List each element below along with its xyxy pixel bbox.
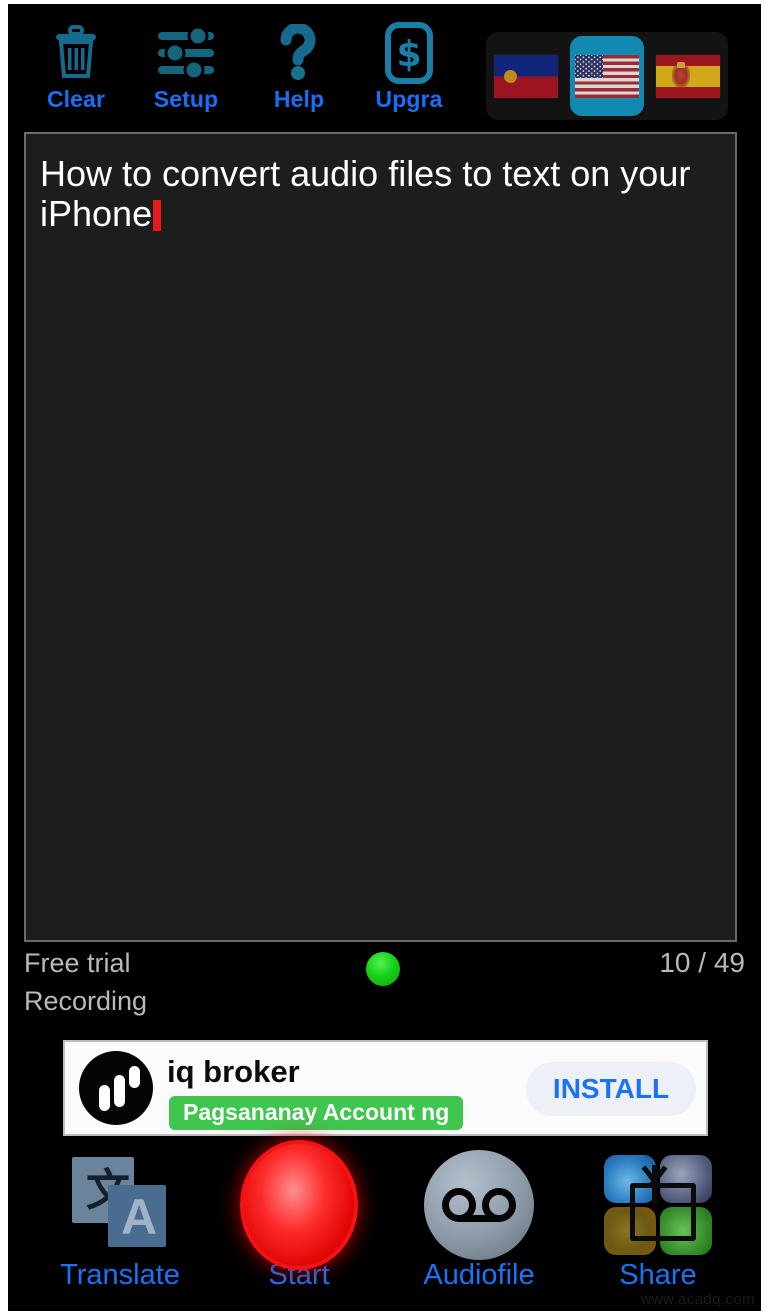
setup-button-label: Setup: [153, 86, 219, 112]
upgrade-button-label: Upgra: [375, 86, 443, 112]
status-line-free-trial: Free trial: [24, 948, 131, 978]
top-toolbar: Clear Setup Help $ Upgra: [8, 4, 761, 128]
ad-title: iq broker: [167, 1054, 300, 1089]
svg-text:$: $: [396, 34, 421, 75]
share-button[interactable]: Share: [568, 1153, 748, 1292]
dollar-sign-icon: $: [361, 22, 457, 84]
united-states-flag-icon: [575, 54, 639, 98]
status-text-block: Free trial Recording: [24, 944, 147, 1020]
trash-icon: [28, 22, 124, 84]
site-watermark: www.acadq.com: [640, 1291, 755, 1308]
usage-counter: 10 / 49: [659, 947, 745, 978]
ad-install-button[interactable]: INSTALL: [526, 1062, 696, 1116]
translate-button-label: Translate: [60, 1259, 180, 1291]
share-button-label: Share: [619, 1259, 697, 1291]
recording-indicator-icon: [366, 952, 400, 986]
question-mark-icon: [251, 22, 347, 84]
clear-button[interactable]: Clear: [28, 22, 124, 122]
help-button-label: Help: [273, 86, 325, 112]
bottom-toolbar: 文 A Translate Start: [8, 1140, 761, 1311]
setup-button[interactable]: Setup: [138, 22, 234, 122]
app-window: Clear Setup Help $ Upgra How to convert …: [8, 4, 761, 1311]
start-button[interactable]: Start: [209, 1140, 389, 1292]
flag-liechtenstein[interactable]: [489, 36, 563, 116]
ad-logo-icon: [79, 1051, 153, 1125]
transcription-text: How to convert audio files to text on yo…: [26, 134, 735, 234]
audiofile-button[interactable]: Audiofile: [389, 1150, 569, 1292]
spain-flag-icon: [656, 54, 720, 98]
translate-button[interactable]: 文 A Translate: [30, 1153, 210, 1292]
status-bar: Free trial Recording 10 / 49: [8, 944, 761, 1024]
record-button-icon: [209, 1140, 389, 1270]
audiofile-button-label: Audiofile: [423, 1259, 535, 1291]
flag-united-states[interactable]: [570, 36, 644, 116]
transcription-value: How to convert audio files to text on yo…: [40, 153, 701, 234]
share-icon: [568, 1153, 748, 1257]
sliders-icon: [138, 22, 234, 84]
cassette-tape-icon: [389, 1150, 569, 1260]
text-caret: [153, 200, 162, 231]
flag-spain[interactable]: [651, 36, 725, 116]
upgrade-button[interactable]: $ Upgra: [361, 22, 457, 122]
transcription-textarea[interactable]: How to convert audio files to text on yo…: [24, 132, 737, 942]
ad-subtitle: Pagsananay Account ng: [169, 1096, 464, 1130]
liechtenstein-flag-icon: [494, 54, 558, 98]
help-button[interactable]: Help: [251, 22, 347, 122]
language-flag-picker: [486, 32, 728, 120]
translate-icon: 文 A: [30, 1153, 210, 1257]
status-line-recording: Recording: [24, 986, 148, 1016]
ad-banner[interactable]: iq broker Pagsananay Account ng INSTALL: [63, 1040, 708, 1136]
clear-button-label: Clear: [46, 86, 106, 112]
